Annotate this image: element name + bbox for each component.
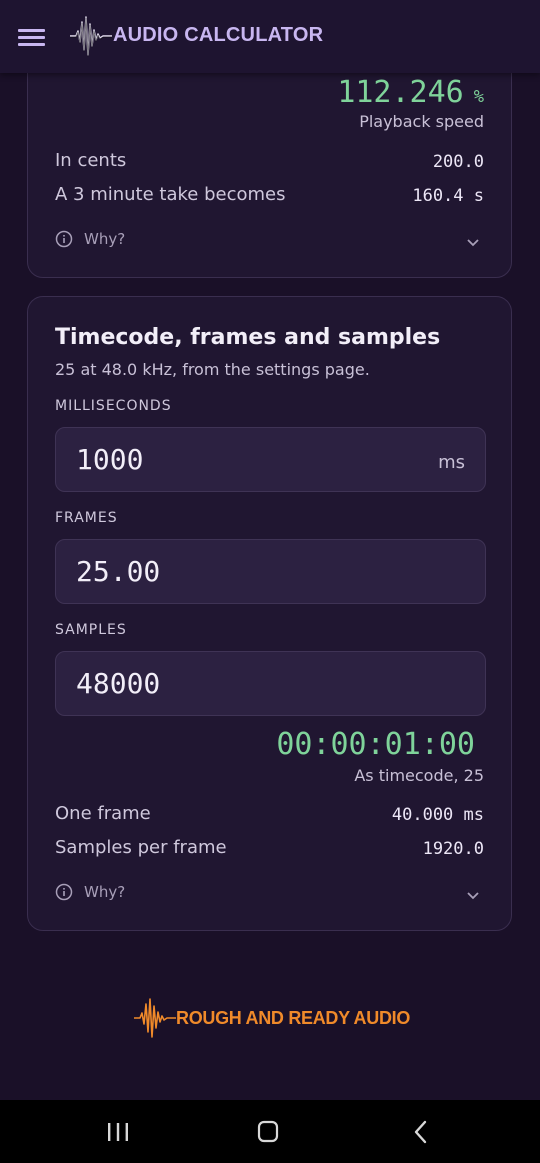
chevron-down-icon: [466, 233, 480, 252]
playback-speed-card: 112.246% Playback speed In cents 200.0 A…: [27, 40, 512, 278]
frames-label: FRAMES: [55, 510, 118, 526]
recent-apps-icon[interactable]: [98, 1118, 138, 1146]
app-bar: AUDIO CALCULATOR: [0, 0, 540, 73]
brand-name: ROUGH AND READY AUDIO: [176, 1008, 411, 1028]
one-frame-value: 40.000 ms: [391, 805, 484, 825]
back-icon[interactable]: [400, 1118, 440, 1146]
playback-speed-caption: Playback speed: [359, 112, 484, 131]
cents-value: 200.0: [432, 152, 484, 172]
playback-speed-unit: %: [473, 87, 484, 107]
timecode-card-title: Timecode, frames and samples: [55, 325, 441, 350]
hamburger-menu-icon[interactable]: [18, 26, 46, 48]
audio-waveform-icon: [134, 996, 176, 1044]
frames-field[interactable]: [55, 539, 486, 604]
info-icon: [55, 883, 73, 905]
system-navigation-bar: [0, 1100, 540, 1163]
audio-waveform-icon: [70, 14, 112, 62]
samples-field[interactable]: [55, 651, 486, 716]
take-length-label: A 3 minute take becomes: [55, 184, 286, 205]
playback-speed-number: 112.246: [337, 75, 464, 110]
app-title: AUDIO CALCULATOR: [113, 24, 324, 46]
milliseconds-label: MILLISECONDS: [55, 398, 172, 414]
frames-input[interactable]: [76, 540, 406, 603]
milliseconds-unit: ms: [438, 452, 465, 473]
timecode-caption: As timecode, 25: [354, 766, 484, 785]
samples-per-frame-label: Samples per frame: [55, 837, 227, 858]
milliseconds-field[interactable]: ms: [55, 427, 486, 492]
info-icon: [55, 230, 73, 252]
home-icon[interactable]: [248, 1118, 288, 1146]
why-label: Why?: [84, 230, 126, 248]
cents-label: In cents: [55, 150, 127, 171]
milliseconds-input[interactable]: [76, 428, 406, 491]
samples-label: SAMPLES: [55, 622, 127, 638]
why-expander-speed[interactable]: Why?: [55, 226, 484, 254]
timecode-value: 00:00:01:00: [276, 727, 475, 762]
chevron-down-icon: [466, 886, 480, 905]
samples-per-frame-value: 1920.0: [422, 839, 484, 859]
samples-input[interactable]: [76, 652, 406, 715]
timecode-card: Timecode, frames and samples 25 at 48.0 …: [27, 296, 512, 931]
timecode-card-subtitle: 25 at 48.0 kHz, from the settings page.: [55, 360, 370, 379]
why-expander-timecode[interactable]: Why?: [55, 879, 484, 907]
take-length-value: 160.4 s: [412, 186, 484, 206]
one-frame-label: One frame: [55, 803, 151, 824]
playback-speed-value: 112.246%: [337, 75, 484, 110]
brand-logo[interactable]: ROUGH AND READY AUDIO: [134, 996, 414, 1040]
why-label: Why?: [84, 883, 126, 901]
